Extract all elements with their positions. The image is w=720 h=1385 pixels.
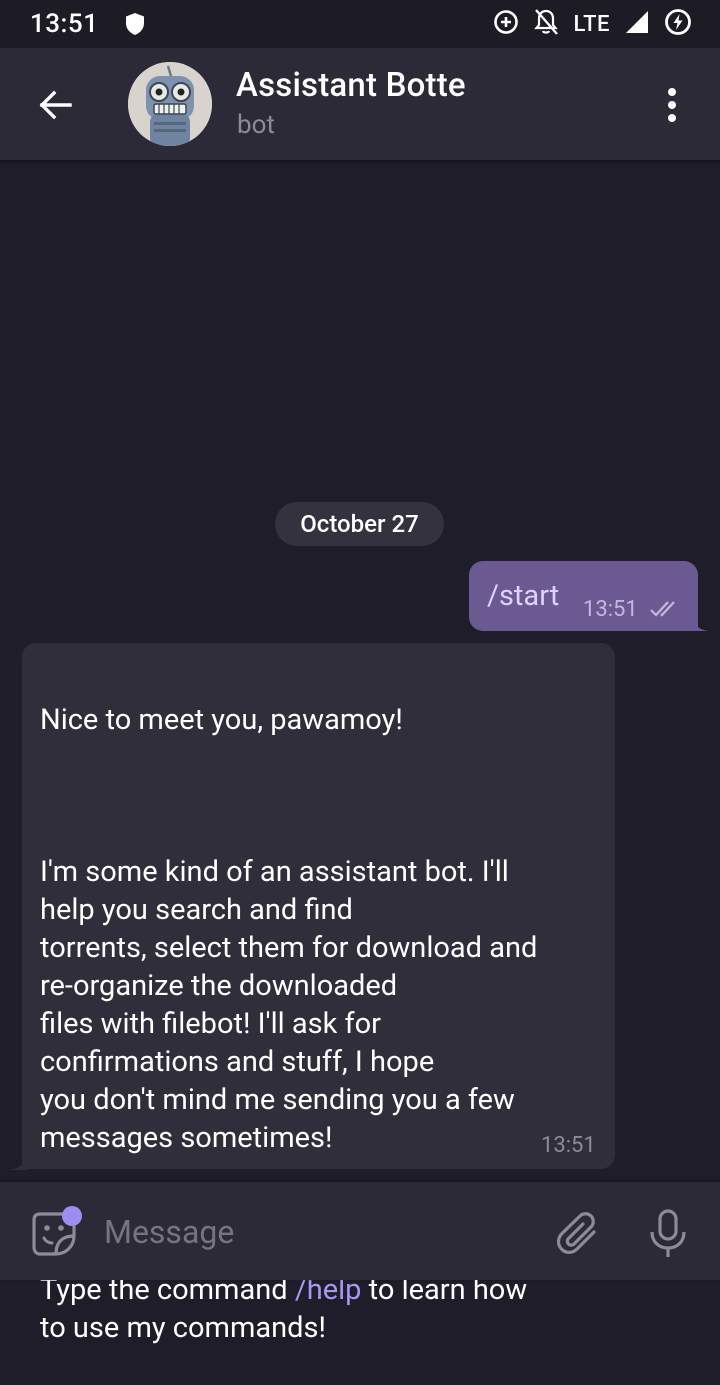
new-stickers-badge bbox=[62, 1206, 82, 1226]
data-saver-icon bbox=[493, 9, 519, 39]
network-type: LTE bbox=[573, 11, 610, 37]
status-bar: 13:51 LTE bbox=[0, 0, 720, 48]
outgoing-bubble-tail bbox=[690, 611, 708, 631]
message-greeting: Nice to meet you, pawamoy! bbox=[40, 703, 403, 737]
outgoing-message-text[interactable]: /start bbox=[487, 579, 559, 613]
voice-message-button[interactable] bbox=[642, 1206, 694, 1262]
outgoing-message[interactable]: /start 13:51 bbox=[469, 561, 698, 631]
attach-button[interactable] bbox=[550, 1206, 602, 1258]
microphone-icon bbox=[650, 1209, 686, 1257]
robot-avatar-icon bbox=[128, 62, 212, 146]
message-composer bbox=[0, 1182, 720, 1280]
incoming-bubble-tail bbox=[10, 1150, 28, 1170]
notifications-off-icon bbox=[533, 8, 559, 40]
more-vertical-icon bbox=[668, 88, 676, 122]
battery-charging-icon bbox=[664, 8, 692, 40]
back-button[interactable] bbox=[32, 82, 78, 128]
avatar[interactable] bbox=[128, 62, 212, 146]
status-time: 13:51 bbox=[30, 9, 99, 39]
message-list[interactable]: October 27 /start 13:51 Nice to meet you… bbox=[0, 160, 720, 1345]
message-help-line: Type the command /help to learn how to u… bbox=[40, 1271, 600, 1347]
signal-icon bbox=[624, 10, 650, 38]
outgoing-message-time: 13:51 bbox=[583, 597, 638, 622]
status-icons: LTE bbox=[493, 8, 692, 40]
chat-subtitle: bot bbox=[237, 110, 275, 140]
shield-icon bbox=[124, 12, 146, 36]
message-body: I'm some kind of an assistant bot. I'll … bbox=[40, 855, 538, 1155]
double-check-icon bbox=[649, 599, 683, 623]
arrow-back-icon bbox=[39, 90, 72, 120]
chat-header: Assistant Botte bot bbox=[0, 48, 720, 160]
incoming-message[interactable]: Nice to meet you, pawamoy! I'm some kind… bbox=[22, 643, 615, 1345]
date-divider: October 27 bbox=[275, 502, 444, 546]
message-input[interactable] bbox=[104, 1208, 524, 1256]
more-options-button[interactable] bbox=[654, 80, 690, 130]
incoming-message-time: 13:51 bbox=[541, 1133, 596, 1158]
chat-title[interactable]: Assistant Botte bbox=[236, 66, 466, 105]
paperclip-icon bbox=[556, 1212, 596, 1254]
